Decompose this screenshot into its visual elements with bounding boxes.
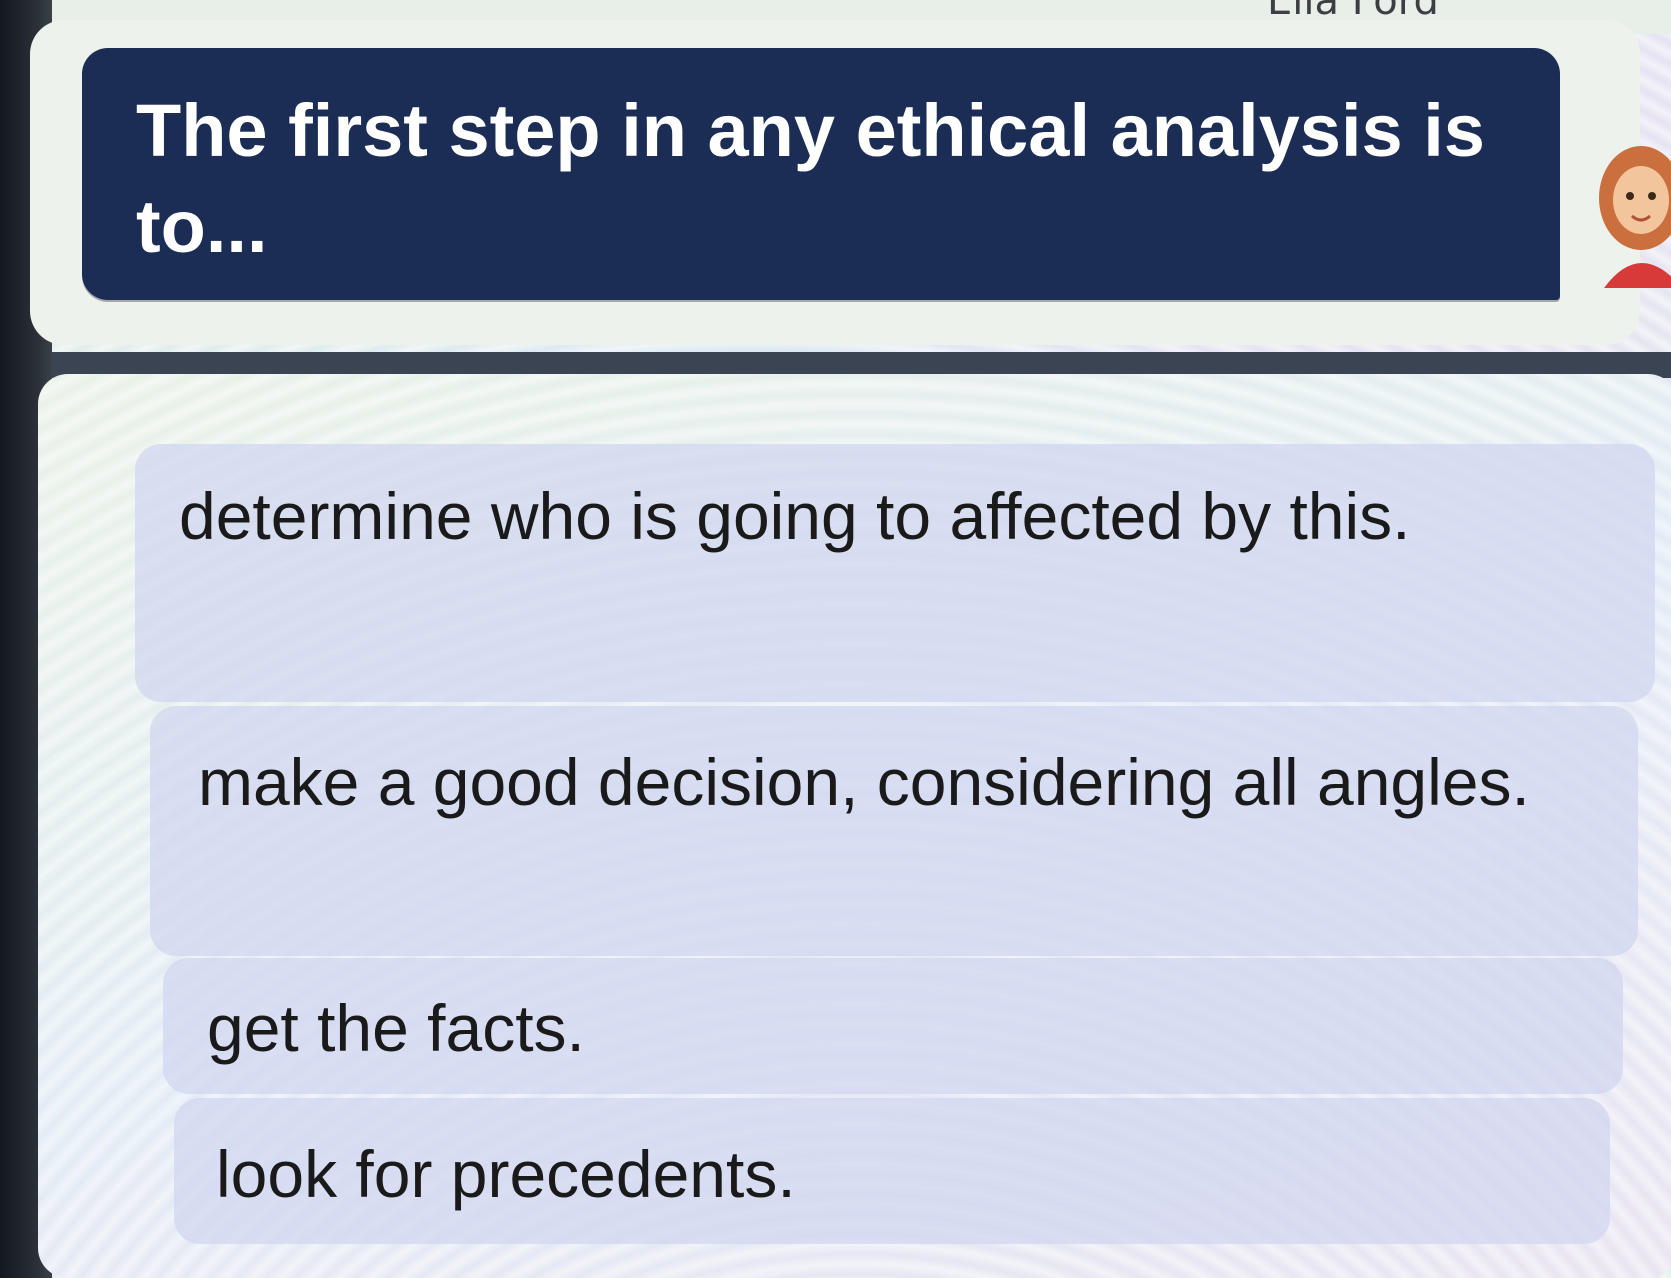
answer-option-1[interactable]: determine who is going to affected by th… <box>135 444 1655 702</box>
answer-option-1-label: determine who is going to affected by th… <box>179 479 1411 553</box>
answer-option-4-label: look for precedents. <box>216 1137 796 1211</box>
answer-option-2[interactable]: make a good decision, considering all an… <box>150 706 1638 956</box>
answer-option-4[interactable]: look for precedents. <box>174 1098 1610 1244</box>
question-box: The first step in any ethical analysis i… <box>82 48 1560 300</box>
answer-option-3[interactable]: get the facts. <box>163 958 1623 1094</box>
character-avatar-icon <box>1599 146 1671 288</box>
question-text: The first step in any ethical analysis i… <box>136 89 1485 268</box>
question-panel: The first step in any ethical analysis i… <box>30 20 1640 345</box>
answer-option-3-label: get the facts. <box>207 991 585 1065</box>
answer-option-2-label: make a good decision, considering all an… <box>198 745 1530 819</box>
